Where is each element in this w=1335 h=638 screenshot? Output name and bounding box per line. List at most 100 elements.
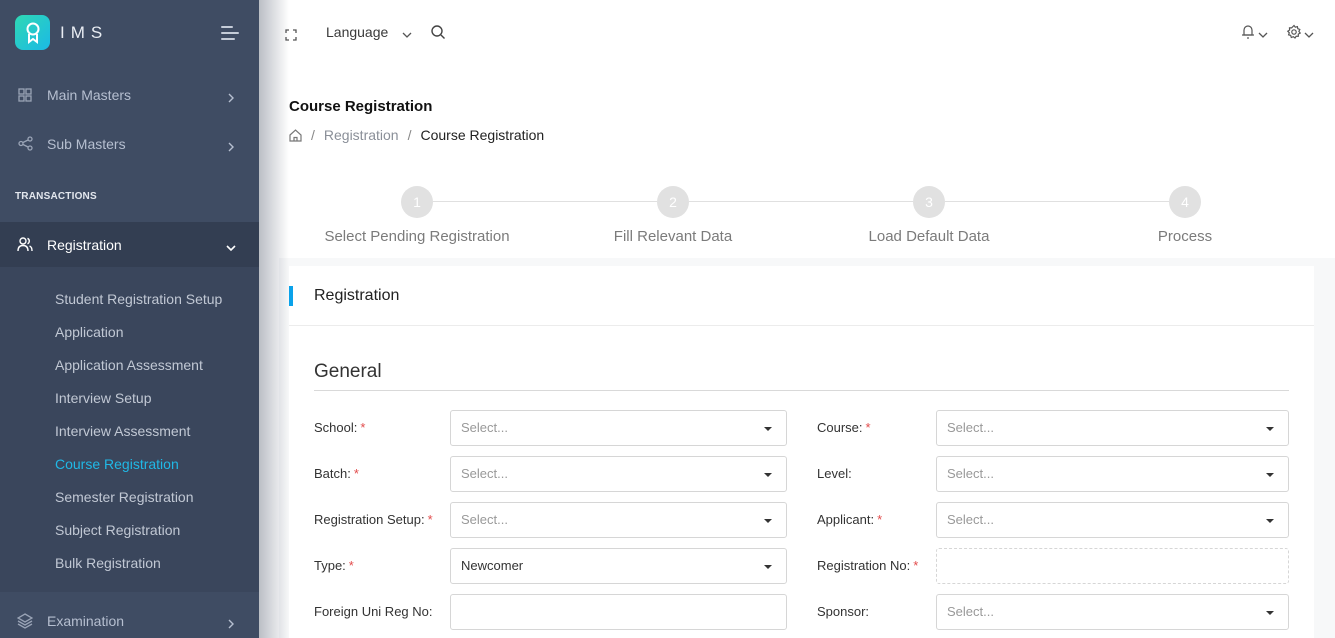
submenu-item-subject-registration[interactable]: Subject Registration [55, 522, 180, 538]
card-title: Registration [314, 287, 400, 304]
breadcrumb-separator: / [407, 127, 412, 143]
level-label: Level: [817, 466, 852, 481]
school-label: School: * [314, 420, 366, 435]
registration-setup-label: Registration Setup: * [314, 512, 433, 527]
language-label: Language [326, 24, 389, 40]
breadcrumb: / Registration / Course Registration [289, 127, 544, 143]
breadcrumb-separator: / [311, 127, 315, 143]
select-value: Select... [947, 420, 994, 435]
step-4[interactable]: 4 Process [1057, 186, 1313, 245]
submenu-item-course-registration[interactable]: Course Registration [55, 456, 179, 472]
caret-down-icon [1266, 519, 1274, 523]
chevron-down-icon [1258, 25, 1268, 44]
sidebar-item-label: Main Masters [47, 86, 132, 103]
brand[interactable]: IMS [15, 15, 108, 50]
notifications-button[interactable] [1241, 24, 1268, 44]
settings-button[interactable] [1286, 24, 1314, 44]
foreign-uni-reg-no-label: Foreign Uni Reg No: [314, 604, 433, 619]
language-dropdown[interactable]: Language [326, 24, 412, 40]
registration-no-label: Registration No: * [817, 558, 919, 573]
sidebar-item-label: Sub Masters [47, 135, 126, 152]
search-icon[interactable] [430, 24, 446, 40]
caret-down-icon [764, 519, 772, 523]
chevron-right-icon [226, 90, 236, 102]
course-select[interactable]: Select... [936, 410, 1289, 446]
school-select[interactable]: Select... [450, 410, 787, 446]
select-value: Newcomer [461, 558, 524, 573]
batch-label: Batch: * [314, 466, 359, 481]
menu-toggle-icon[interactable] [221, 26, 239, 40]
registration-setup-select[interactable]: Select... [450, 502, 787, 538]
step-label: Fill Relevant Data [613, 228, 733, 245]
submenu-item-application-assessment[interactable]: Application Assessment [55, 357, 203, 373]
sidebar-item-label: Registration [47, 236, 122, 253]
registration-no-input[interactable] [936, 548, 1289, 584]
sponsor-label: Sponsor: [817, 604, 870, 619]
caret-down-icon [1266, 611, 1274, 615]
share-icon [17, 136, 33, 152]
submenu-item-bulk-registration[interactable]: Bulk Registration [55, 555, 161, 571]
step-2[interactable]: 2 Fill Relevant Data [545, 186, 801, 245]
registration-submenu: Student Registration Setup Application A… [0, 267, 259, 592]
submenu-item-semester-registration[interactable]: Semester Registration [55, 489, 194, 505]
breadcrumb-registration[interactable]: Registration [324, 127, 399, 143]
sidebar-item-registration[interactable]: Registration [0, 222, 259, 267]
submenu-item-interview-setup[interactable]: Interview Setup [55, 390, 152, 406]
topbar: Language [259, 0, 1335, 66]
caret-down-icon [764, 427, 772, 431]
submenu-item-student-registration-setup[interactable]: Student Registration Setup [55, 291, 222, 307]
stepper: 1 Select Pending Registration 2 Fill Rel… [289, 186, 1314, 256]
section-title: General [314, 361, 382, 382]
step-label: Load Default Data [868, 228, 990, 245]
submenu-item-application[interactable]: Application [55, 324, 124, 340]
select-value: Select... [461, 466, 508, 481]
sidebar-item-examination[interactable]: Examination [0, 596, 259, 638]
step-label: Select Pending Registration [324, 228, 510, 245]
foreign-uni-reg-no-input[interactable] [450, 594, 787, 630]
type-label: Type: * [314, 558, 354, 573]
grid-icon [17, 87, 33, 103]
chevron-down-icon [402, 27, 412, 38]
section-heading: General [314, 361, 1289, 391]
level-select[interactable]: Select... [936, 456, 1289, 492]
step-1[interactable]: 1 Select Pending Registration [289, 186, 545, 245]
bell-icon [1241, 24, 1255, 44]
step-number: 3 [913, 186, 945, 218]
layers-icon [17, 612, 33, 629]
sidebar-item-sub-masters[interactable]: Sub Masters [0, 119, 259, 168]
sponsor-select[interactable]: Select... [936, 594, 1289, 630]
step-label: Process [1157, 228, 1213, 245]
chevron-down-icon [1304, 25, 1314, 44]
sidebar-item-main-masters[interactable]: Main Masters [0, 70, 259, 119]
page-title: Course Registration [289, 98, 433, 115]
caret-down-icon [764, 473, 772, 477]
type-select[interactable]: Newcomer [450, 548, 787, 584]
caret-down-icon [1266, 427, 1274, 431]
batch-select[interactable]: Select... [450, 456, 787, 492]
gear-icon [1286, 24, 1302, 44]
award-logo-icon [15, 15, 50, 50]
sidebar-item-label: Examination [47, 612, 125, 629]
chevron-right-icon [226, 616, 236, 628]
users-icon [17, 237, 33, 253]
step-number: 1 [401, 186, 433, 218]
select-value: Select... [947, 604, 994, 619]
breadcrumb-current: Course Registration [420, 127, 545, 143]
applicant-select[interactable]: Select... [936, 502, 1289, 538]
step-3[interactable]: 3 Load Default Data [801, 186, 1057, 245]
home-icon[interactable] [289, 128, 302, 142]
caret-down-icon [1266, 473, 1274, 477]
select-value: Select... [947, 466, 994, 481]
chevron-right-icon [226, 139, 236, 151]
select-value: Select... [947, 512, 994, 527]
registration-card: Registration General School: * Select... … [289, 266, 1314, 638]
step-number: 2 [657, 186, 689, 218]
applicant-label: Applicant: * [817, 512, 883, 527]
sidebar: IMS Main Masters Sub Masters TRANSACTION… [0, 0, 289, 638]
select-value: Select... [461, 420, 508, 435]
submenu-item-interview-assessment[interactable]: Interview Assessment [55, 423, 190, 439]
select-value: Select... [461, 512, 508, 527]
caret-down-icon [764, 565, 772, 569]
course-label: Course: * [817, 420, 871, 435]
card-accent-bar [289, 286, 293, 306]
